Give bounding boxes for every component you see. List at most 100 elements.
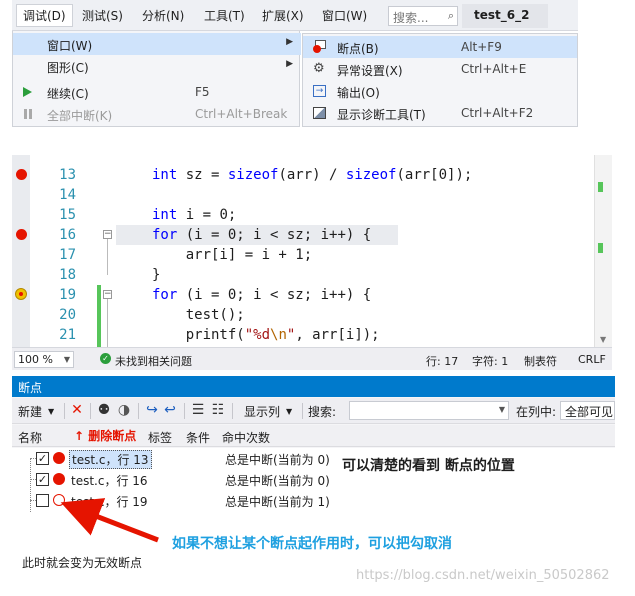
submenu-item-output[interactable]: → 输出(O) [303, 80, 577, 102]
debug-menu-dropdown: 窗口(W) ▶ 图形(C) ▶ 继续(C) F5 全部中断(K) Ctrl+Al… [12, 31, 301, 127]
code-line[interactable]: 16 − for (i = 0; i < sz; i++) { [12, 225, 602, 245]
column-header-hit-count[interactable]: 命中次数 [222, 429, 270, 446]
menu-item-graphics[interactable]: 图形(C) ▶ [13, 55, 301, 77]
code-line[interactable]: 18 } [12, 265, 602, 285]
menu-tools[interactable]: 工具(T) [204, 7, 245, 24]
column-header-labels[interactable]: 标签 [148, 429, 172, 446]
breakpoints-toolbar: 新建 ▼ ✕ ⚉ ◑ ↪ ↩ ☰ ☷ 显示列 ▼ 搜索: ▼ 在列中: 全部可见 [12, 398, 615, 424]
menu-test[interactable]: 测试(S) [82, 7, 123, 24]
code-line[interactable]: 13 int sz = sizeof(arr) / sizeof(arr[0])… [12, 165, 602, 185]
menu-item-windows[interactable]: 窗口(W) ▶ [13, 33, 301, 55]
breakpoint-enable-checkbox[interactable] [36, 494, 49, 507]
breakpoint-row[interactable]: ✓ test.c，行 16 总是中断(当前为 0) [12, 469, 615, 490]
windows-submenu: 断点(B) Alt+F9 ⚙ 异常设置(X) Ctrl+Alt+E → 输出(O… [302, 33, 578, 127]
menu-bar: 调试(D) 测试(S) 分析(N) 工具(T) 扩展(X) 窗口(W) 搜索..… [12, 0, 578, 31]
new-dropdown-chevron-icon[interactable]: ▼ [48, 407, 54, 416]
breakpoint-row[interactable]: ✓ test.c，行 13 总是中断(当前为 0) [12, 448, 615, 469]
toolbar-separator [138, 403, 139, 419]
code-line[interactable]: 14 [12, 185, 602, 205]
menu-analyze[interactable]: 分析(N) [142, 7, 184, 24]
submenu-arrow-icon: ▶ [286, 37, 293, 47]
column-header-condition[interactable]: 条件 [186, 429, 210, 446]
breakpoint-row[interactable]: test.c，行 19 总是中断(当前为 1) [12, 490, 615, 511]
breakpoint-enable-checkbox[interactable]: ✓ [36, 473, 49, 486]
change-tracking-bar [97, 285, 101, 347]
cursor-line: 行: 17 [426, 355, 459, 368]
toggle-all-breakpoints-icon[interactable]: ◑ [116, 402, 132, 418]
menu-item-label: 异常设置(X) [337, 64, 403, 78]
export-breakpoints-icon[interactable]: ☷ [210, 402, 226, 418]
line-ending[interactable]: CRLF [578, 353, 606, 366]
watermark: https://blog.csdn.net/weixin_50502862 [356, 568, 610, 583]
submenu-item-breakpoints[interactable]: 断点(B) Alt+F9 [303, 36, 577, 58]
annotation-delete-breakpoint: ↑ 删除断点 [74, 429, 137, 443]
new-breakpoint-button[interactable]: 新建 [18, 403, 42, 420]
line-number: 19 [59, 287, 76, 303]
breakpoints-window-icon [313, 40, 327, 54]
breakpoint-location[interactable]: test.c，行 13 [69, 450, 152, 469]
code-editor[interactable]: 13 int sz = sizeof(arr) / sizeof(arr[0])… [12, 155, 612, 370]
collapse-icon[interactable]: − [103, 290, 112, 299]
import-breakpoints-icon[interactable]: ☰ [190, 402, 206, 418]
menu-item-label: 显示诊断工具(T) [337, 108, 426, 122]
editor-status-bar: 100 % ▼ ✓ 未找到相关问题 行: 17 字符: 1 制表符 CRLF [12, 347, 612, 370]
menu-item-continue[interactable]: 继续(C) F5 [13, 81, 301, 103]
annotation-uncheck-hint: 如果不想让某个断点起作用时，可以把勾取消 [172, 536, 452, 552]
code-line[interactable]: 15 int i = 0; [12, 205, 602, 225]
menu-item-shortcut: F5 [195, 85, 210, 99]
menu-item-label: 窗口(W) [47, 39, 93, 53]
diagnostic-tools-icon [313, 107, 326, 119]
breakpoint-enable-checkbox[interactable]: ✓ [36, 452, 49, 465]
menu-item-break-all: 全部中断(K) Ctrl+Alt+Break [13, 103, 301, 125]
zoom-select[interactable]: 100 % ▼ [14, 351, 74, 368]
breakpoint-search-input[interactable]: ▼ [349, 401, 509, 420]
breakpoint-enabled-icon [53, 452, 65, 464]
toolbar-separator [302, 403, 303, 419]
line-number: 21 [59, 327, 76, 343]
code-text: int i = 0; [152, 207, 237, 223]
indent-mode[interactable]: 制表符 [524, 353, 557, 369]
code-text: test(); [152, 307, 245, 323]
breakpoint-enabled-icon[interactable] [16, 229, 27, 240]
breakpoint-location[interactable]: test.c，行 16 [69, 472, 150, 489]
menu-debug[interactable]: 调试(D) [16, 4, 73, 27]
scroll-down-icon[interactable]: ▼ [600, 335, 606, 344]
issues-status[interactable]: 未找到相关问题 [115, 353, 192, 369]
annotation-footnote: 此时就会变为无效断点 [22, 556, 143, 570]
menu-item-shortcut: Ctrl+Alt+Break [195, 107, 288, 121]
breakpoint-hit-count: 总是中断(当前为 0) [225, 474, 330, 488]
column-header-name[interactable]: 名称 [18, 429, 42, 446]
menu-window[interactable]: 窗口(W) [322, 7, 367, 24]
go-to-disassembly-icon[interactable]: ↩ [162, 402, 178, 418]
breakpoint-enabled-icon[interactable] [16, 169, 27, 180]
go-to-source-icon[interactable]: ↪ [144, 402, 160, 418]
pause-icon [24, 109, 32, 119]
submenu-item-diagnostic-tools[interactable]: 显示诊断工具(T) Ctrl+Alt+F2 [303, 102, 577, 124]
delete-all-breakpoints-icon[interactable]: ⚉ [96, 402, 112, 418]
zoom-value: 100 % [18, 353, 53, 366]
toolbar-separator [232, 403, 233, 419]
code-text: for (i = 0; i < sz; i++) { [152, 227, 372, 243]
in-column-select[interactable]: 全部可见 [560, 401, 615, 420]
collapse-icon[interactable]: − [103, 230, 112, 239]
line-number: 18 [59, 267, 76, 283]
chevron-down-icon[interactable]: ▼ [499, 405, 505, 414]
editor-vertical-scrollbar[interactable]: ▼ [594, 155, 612, 347]
breakpoint-disabled-icon[interactable] [15, 288, 27, 300]
menu-search-input[interactable]: 搜索... ⌕ [388, 6, 458, 26]
line-number: 17 [59, 247, 76, 263]
search-icon: ⌕ [447, 9, 454, 22]
delete-breakpoint-icon[interactable]: ✕ [69, 402, 85, 418]
scrollbar-change-marker [598, 182, 603, 192]
continue-play-icon [23, 87, 32, 97]
line-number: 15 [59, 207, 76, 223]
chevron-down-icon[interactable]: ▼ [286, 407, 292, 416]
submenu-item-exception-settings[interactable]: ⚙ 异常设置(X) Ctrl+Alt+E [303, 58, 577, 80]
menu-extensions[interactable]: 扩展(X) [262, 7, 304, 24]
breakpoint-location[interactable]: test.c，行 19 [69, 493, 150, 510]
code-line[interactable]: 17 arr[i] = i + 1; [12, 245, 602, 265]
line-number: 16 [59, 227, 76, 243]
menu-item-label: 继续(C) [47, 87, 89, 101]
output-icon: → [313, 85, 326, 97]
show-columns-button[interactable]: 显示列 [244, 403, 280, 420]
